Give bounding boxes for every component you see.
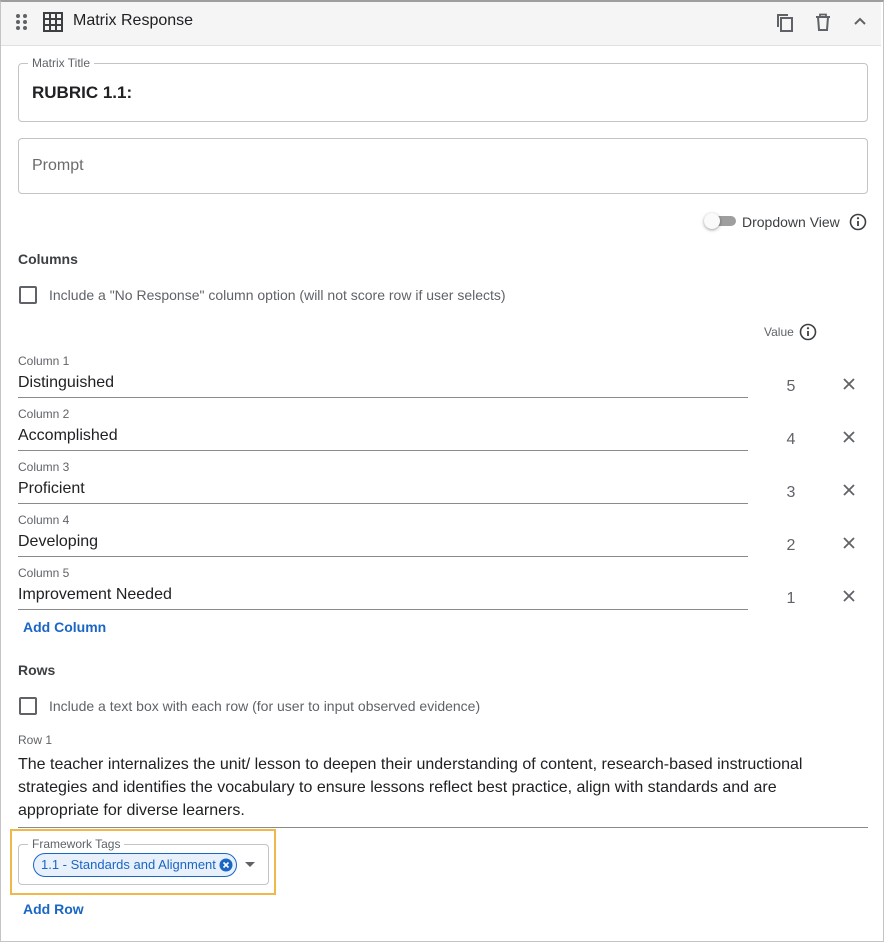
no-response-checkbox[interactable] xyxy=(19,286,37,304)
column-5-score[interactable]: 1 xyxy=(781,590,801,608)
column-2-score[interactable]: 4 xyxy=(781,431,801,449)
grid-icon xyxy=(43,12,63,32)
value-info-icon[interactable] xyxy=(799,323,817,341)
column-2-input[interactable]: Accomplished xyxy=(18,427,118,445)
column-3-underline xyxy=(18,503,748,504)
remove-column-1-icon[interactable] xyxy=(843,378,855,390)
remove-column-3-icon[interactable] xyxy=(843,484,855,496)
rows-heading: Rows xyxy=(18,662,56,678)
card-title: Matrix Response xyxy=(73,12,194,29)
row-textbox-checkbox[interactable] xyxy=(19,697,37,715)
dropdown-arrow-icon[interactable] xyxy=(244,861,256,868)
column-4-input[interactable]: Developing xyxy=(18,533,98,551)
remove-column-5-icon[interactable] xyxy=(843,590,855,602)
column-4-underline xyxy=(18,556,748,557)
drag-handle-icon[interactable] xyxy=(15,13,29,31)
remove-column-4-icon[interactable] xyxy=(843,537,855,549)
row-1-label: Row 1 xyxy=(18,733,53,747)
columns-heading: Columns xyxy=(18,251,78,267)
add-column-button[interactable]: Add Column xyxy=(23,619,106,635)
column-2-label: Column 2 xyxy=(18,407,70,421)
column-5-underline xyxy=(18,609,748,610)
column-2-underline xyxy=(18,450,748,451)
column-5-input[interactable]: Improvement Needed xyxy=(18,586,172,604)
dropdown-view-label: Dropdown View xyxy=(742,214,840,230)
chevron-up-icon[interactable] xyxy=(853,16,867,26)
framework-tag-chip[interactable]: 1.1 - Standards and Alignment xyxy=(33,853,237,877)
copy-icon[interactable] xyxy=(776,13,794,33)
matrix-title-value[interactable]: RUBRIC 1.1: xyxy=(32,83,132,103)
framework-tag-text: 1.1 - Standards and Alignment xyxy=(41,857,216,872)
row-1-input[interactable]: The teacher internalizes the unit/ lesso… xyxy=(18,753,818,822)
column-1-input[interactable]: Distinguished xyxy=(18,374,114,392)
add-row-button[interactable]: Add Row xyxy=(23,901,84,917)
info-icon[interactable] xyxy=(849,213,867,231)
matrix-title-label: Matrix Title xyxy=(28,57,95,69)
row-1-underline xyxy=(18,827,868,828)
remove-column-2-icon[interactable] xyxy=(843,431,855,443)
trash-icon[interactable] xyxy=(815,13,831,31)
prompt-input[interactable] xyxy=(18,138,868,194)
column-3-label: Column 3 xyxy=(18,460,70,474)
column-4-score[interactable]: 2 xyxy=(781,537,801,555)
value-header: Value xyxy=(764,325,794,339)
no-response-label: Include a "No Response" column option (w… xyxy=(49,287,506,303)
column-4-label: Column 4 xyxy=(18,513,70,527)
column-5-label: Column 5 xyxy=(18,566,70,580)
framework-tags-label: Framework Tags xyxy=(28,838,125,850)
row-textbox-label: Include a text box with each row (for us… xyxy=(49,698,481,714)
remove-tag-icon[interactable] xyxy=(219,858,233,872)
column-3-input[interactable]: Proficient xyxy=(18,480,85,498)
column-1-label: Column 1 xyxy=(18,354,70,368)
column-1-score[interactable]: 5 xyxy=(781,378,801,396)
column-3-score[interactable]: 3 xyxy=(781,484,801,502)
prompt-placeholder: Prompt xyxy=(32,157,84,174)
dropdown-view-toggle-knob[interactable] xyxy=(704,213,720,229)
matrix-title-field[interactable] xyxy=(18,63,868,122)
column-1-underline xyxy=(18,397,748,398)
